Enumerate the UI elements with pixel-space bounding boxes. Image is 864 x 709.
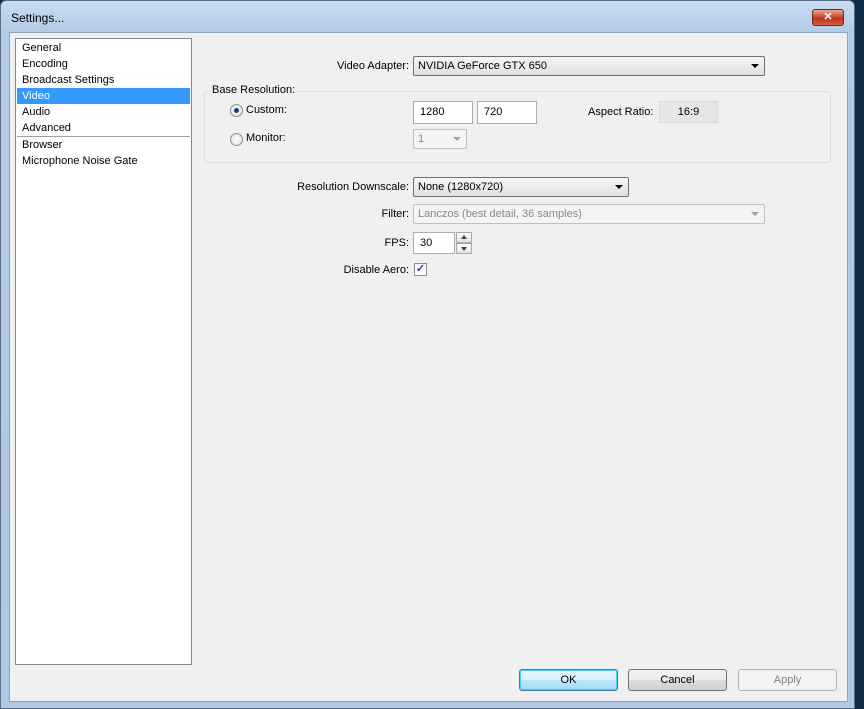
- resolution-downscale-label: Resolution Downscale:: [297, 181, 409, 193]
- aspect-ratio-label: Aspect Ratio:: [588, 106, 654, 118]
- fps-input[interactable]: 30: [413, 232, 455, 254]
- disable-aero-label: Disable Aero:: [343, 264, 409, 276]
- monitor-value: 1: [418, 133, 425, 145]
- chevron-down-icon: [751, 212, 759, 216]
- settings-category-list[interactable]: General Encoding Broadcast Settings Vide…: [15, 38, 192, 665]
- sidebar-item-encoding[interactable]: Encoding: [17, 56, 190, 72]
- monitor-label: Monitor:: [246, 132, 286, 144]
- aspect-ratio-value: 16:9: [659, 101, 718, 123]
- cancel-button[interactable]: Cancel: [628, 669, 727, 691]
- sidebar-item-audio[interactable]: Audio: [17, 104, 190, 120]
- chevron-down-icon: [453, 137, 461, 141]
- monitor-radio[interactable]: [230, 133, 243, 146]
- window-title: Settings...: [11, 11, 65, 25]
- video-adapter-value: NVIDIA GeForce GTX 650: [418, 60, 547, 72]
- resolution-downscale-value: None (1280x720): [418, 181, 504, 193]
- ok-button[interactable]: OK: [519, 669, 618, 691]
- filter-label: Filter:: [381, 208, 410, 220]
- monitor-dropdown[interactable]: 1: [413, 129, 467, 149]
- title-bar[interactable]: Settings... ✕: [1, 1, 854, 33]
- resolution-height-input[interactable]: 720: [477, 101, 537, 124]
- video-adapter-dropdown[interactable]: NVIDIA GeForce GTX 650: [413, 56, 765, 76]
- close-icon: ✕: [823, 11, 833, 23]
- resolution-downscale-dropdown[interactable]: None (1280x720): [413, 177, 629, 197]
- custom-label: Custom:: [246, 104, 287, 116]
- fps-spin-down[interactable]: [456, 243, 472, 254]
- base-resolution-label: Base Resolution:: [211, 84, 297, 96]
- settings-window: Settings... ✕ General Encoding Broadcast…: [0, 0, 855, 709]
- sidebar-item-microphone-noise-gate[interactable]: Microphone Noise Gate: [17, 153, 190, 169]
- fps-spin-up[interactable]: [456, 232, 472, 243]
- checkmark-icon: ✓: [415, 263, 426, 275]
- sidebar-item-video[interactable]: Video: [17, 88, 190, 104]
- client-area: General Encoding Broadcast Settings Vide…: [9, 32, 848, 702]
- custom-radio[interactable]: [230, 104, 243, 117]
- sidebar-item-advanced[interactable]: Advanced: [17, 120, 190, 136]
- radio-dot-icon: [234, 108, 239, 113]
- fps-label: FPS:: [384, 237, 409, 249]
- video-adapter-label: Video Adapter:: [337, 60, 409, 72]
- filter-dropdown[interactable]: Lanczos (best detail, 36 samples): [413, 204, 765, 224]
- sidebar-item-general[interactable]: General: [17, 40, 190, 56]
- close-button[interactable]: ✕: [812, 9, 844, 26]
- resolution-width-input[interactable]: 1280: [413, 101, 473, 124]
- arrow-up-icon: [461, 235, 467, 239]
- chevron-down-icon: [751, 64, 759, 68]
- sidebar-item-broadcast-settings[interactable]: Broadcast Settings: [17, 72, 190, 88]
- filter-value: Lanczos (best detail, 36 samples): [418, 208, 582, 220]
- arrow-down-icon: [461, 247, 467, 251]
- apply-button[interactable]: Apply: [738, 669, 837, 691]
- disable-aero-checkbox[interactable]: ✓: [414, 263, 427, 276]
- chevron-down-icon: [615, 185, 623, 189]
- sidebar-item-browser[interactable]: Browser: [17, 137, 190, 153]
